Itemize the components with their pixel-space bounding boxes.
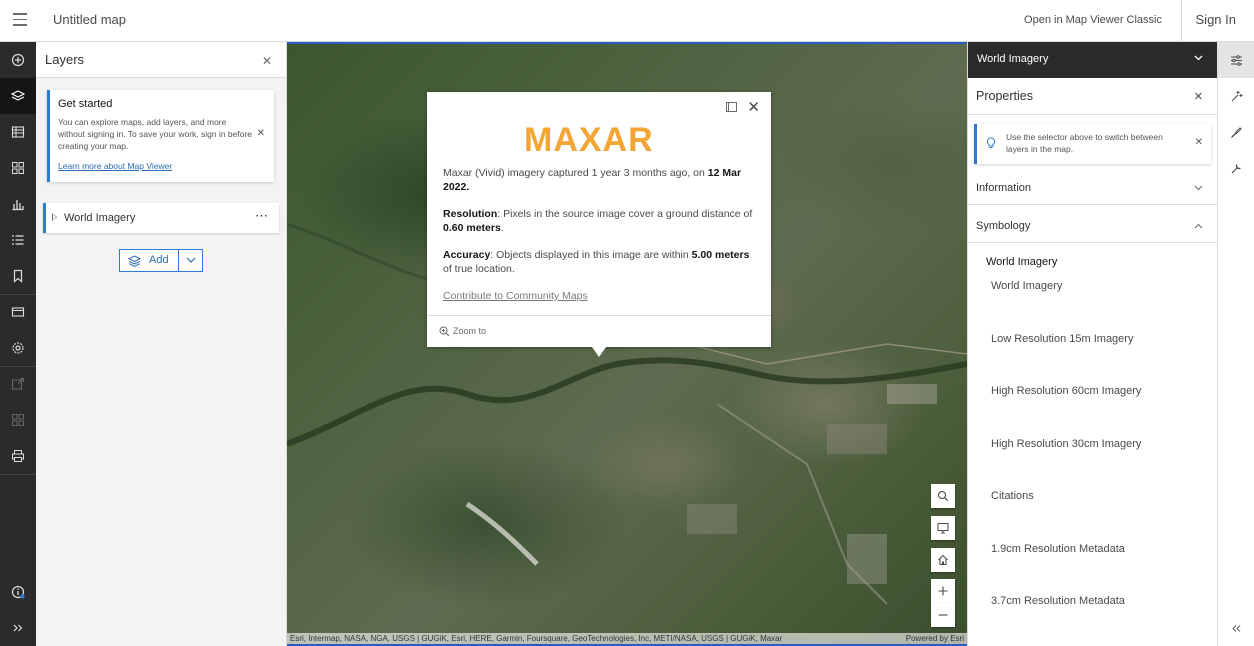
right-toolbar bbox=[1217, 42, 1254, 646]
properties-icon[interactable] bbox=[1218, 42, 1254, 78]
search-icon[interactable] bbox=[931, 484, 955, 508]
imagery-popup: ✕ MAXAR Maxar (Vivid) imagery captured 1… bbox=[427, 92, 771, 347]
app-header: Untitled map Open in Map Viewer Classic … bbox=[0, 0, 1254, 42]
resolution-info: Resolution: Pixels in the source image c… bbox=[443, 208, 753, 234]
map-view[interactable]: ✕ MAXAR Maxar (Vivid) imagery captured 1… bbox=[287, 42, 967, 646]
expand-icon[interactable] bbox=[0, 610, 36, 646]
properties-title: Properties bbox=[976, 89, 1033, 103]
print-icon[interactable] bbox=[0, 438, 36, 474]
share-icon[interactable] bbox=[0, 366, 36, 402]
monitor-icon[interactable] bbox=[931, 516, 955, 540]
symbology-title: World Imagery bbox=[986, 256, 1058, 268]
zoom-to-icon bbox=[439, 326, 450, 337]
layers-panel-title: Layers bbox=[45, 52, 85, 67]
popup-pointer bbox=[592, 347, 606, 357]
open-classic-link[interactable]: Open in Map Viewer Classic bbox=[1024, 14, 1162, 26]
symbology-item: Citations bbox=[991, 490, 1034, 502]
symbology-item: World Imagery bbox=[991, 280, 1063, 292]
section-label: Information bbox=[976, 182, 1032, 194]
map-attribution: Esri, Intermap, NASA, NGA, USGS | GUGiK,… bbox=[287, 633, 967, 644]
popup-close-icon[interactable]: ✕ bbox=[747, 98, 760, 116]
create-app-icon[interactable] bbox=[0, 402, 36, 438]
info-icon[interactable] bbox=[0, 574, 36, 610]
symbology-item: High Resolution 60cm Imagery bbox=[991, 385, 1142, 397]
notice-text: You can explore maps, add layers, and mo… bbox=[58, 117, 253, 151]
section-label: Symbology bbox=[976, 220, 1031, 232]
chevron-up-icon bbox=[1194, 223, 1203, 229]
basemap-icon[interactable] bbox=[0, 150, 36, 186]
symbology-item: 3.7cm Resolution Metadata bbox=[991, 595, 1125, 607]
section-symbology[interactable]: Symbology bbox=[968, 210, 1218, 243]
more-options-icon[interactable]: ⋯ bbox=[255, 208, 269, 224]
layer-selector[interactable]: World Imagery bbox=[968, 42, 1217, 78]
layers-panel-header: Layers ✕ bbox=[36, 42, 286, 78]
learn-more-link[interactable]: Learn more about Map Viewer bbox=[58, 161, 172, 171]
left-toolbar bbox=[0, 42, 36, 646]
sign-in-button[interactable]: Sign In bbox=[1196, 12, 1236, 27]
zoom-out-icon[interactable] bbox=[931, 603, 955, 627]
symbology-item: Low Resolution 15m Imagery bbox=[991, 333, 1134, 345]
symbology-item: High Resolution 30cm Imagery bbox=[991, 438, 1142, 450]
collapse-icon[interactable] bbox=[1218, 610, 1254, 646]
home-icon[interactable] bbox=[931, 548, 955, 572]
layer-item-world-imagery[interactable]: World Imagery ⋯ bbox=[43, 203, 279, 233]
accuracy-info: Accuracy: Objects displayed in this imag… bbox=[443, 249, 750, 275]
close-icon[interactable]: ✕ bbox=[1194, 90, 1203, 103]
chevron-down-icon bbox=[1194, 185, 1203, 191]
settings-icon[interactable] bbox=[0, 330, 36, 366]
chevron-down-icon bbox=[186, 257, 196, 263]
popup-content: Maxar (Vivid) imagery captured 1 year 3 … bbox=[443, 167, 757, 318]
properties-header: Properties ✕ bbox=[968, 78, 1218, 115]
zoom-to-label: Zoom to bbox=[453, 326, 487, 336]
lightbulb-icon bbox=[986, 137, 996, 148]
add-layer-button: Add bbox=[119, 249, 203, 272]
popup-footer: Zoom to bbox=[427, 315, 771, 347]
add-dropdown-button[interactable] bbox=[180, 250, 202, 271]
hint-close-icon[interactable]: ✕ bbox=[1195, 137, 1203, 148]
hint-text: Use the selector above to switch between… bbox=[1006, 132, 1163, 154]
contribute-link[interactable]: Contribute to Community Maps bbox=[443, 290, 588, 302]
add-icon[interactable] bbox=[0, 42, 36, 78]
powered-by-text[interactable]: Powered by Esri bbox=[906, 634, 964, 643]
expand-caret-icon[interactable] bbox=[52, 213, 57, 221]
map-title: Untitled map bbox=[53, 12, 126, 27]
attribution-text[interactable]: Esri, Intermap, NASA, NGA, USGS | GUGiK,… bbox=[290, 634, 782, 643]
symbology-item: 1.9cm Resolution Metadata bbox=[991, 543, 1125, 555]
layers-panel: Layers ✕ Get started You can explore map… bbox=[36, 42, 287, 646]
configure-icon[interactable] bbox=[1218, 150, 1254, 186]
header-divider bbox=[1181, 0, 1182, 41]
add-button-label: Add bbox=[149, 254, 169, 266]
effects-icon[interactable] bbox=[1218, 78, 1254, 114]
dock-icon[interactable] bbox=[726, 102, 737, 112]
layer-selector-label: World Imagery bbox=[977, 53, 1049, 65]
bookmarks-icon[interactable] bbox=[0, 258, 36, 294]
layers-add-icon bbox=[128, 255, 141, 267]
menu-icon[interactable] bbox=[13, 13, 27, 26]
properties-panel: World Imagery Properties ✕ Use the selec… bbox=[967, 42, 1218, 646]
table-icon[interactable] bbox=[0, 114, 36, 150]
selector-hint-notice: Use the selector above to switch between… bbox=[974, 124, 1211, 164]
layer-name: World Imagery bbox=[64, 212, 136, 224]
styles-icon[interactable] bbox=[1218, 114, 1254, 150]
legend-icon[interactable] bbox=[0, 222, 36, 258]
zoom-in-icon[interactable] bbox=[931, 579, 955, 603]
section-information[interactable]: Information bbox=[968, 172, 1218, 205]
chevron-down-icon bbox=[1194, 55, 1203, 61]
notice-title: Get started bbox=[58, 98, 113, 110]
zoom-to-button[interactable]: Zoom to bbox=[439, 326, 487, 337]
maxar-logo: MAXAR bbox=[524, 121, 654, 159]
capture-info: Maxar (Vivid) imagery captured 1 year 3 … bbox=[443, 167, 742, 193]
get-started-notice: Get started You can explore maps, add la… bbox=[47, 90, 274, 182]
close-icon[interactable]: ✕ bbox=[262, 54, 272, 68]
layers-icon[interactable] bbox=[0, 78, 36, 114]
notice-close-icon[interactable]: ✕ bbox=[257, 128, 265, 139]
add-button[interactable]: Add bbox=[120, 250, 179, 271]
map-properties-icon[interactable] bbox=[0, 294, 36, 330]
charts-icon[interactable] bbox=[0, 186, 36, 222]
